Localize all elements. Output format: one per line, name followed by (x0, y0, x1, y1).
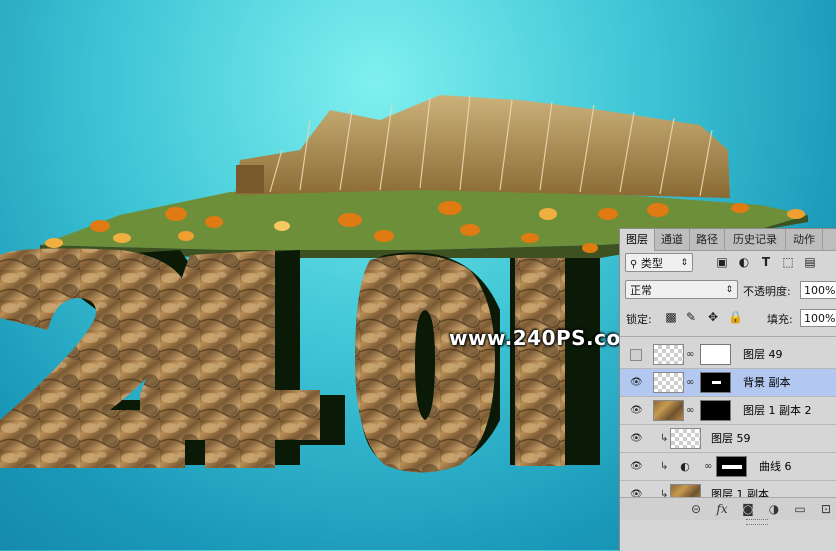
layer-row[interactable]: 👁 ↳ 图层 1 副本 (620, 481, 836, 497)
tab-paths[interactable]: 路径 (690, 229, 725, 250)
eye-icon[interactable]: 👁 (630, 377, 643, 389)
clipping-arrow-icon: ↳ (660, 433, 669, 444)
chevron-updown-icon: ⇕ (680, 258, 688, 268)
layer-row[interactable]: ∞ 图层 49 (620, 341, 836, 369)
link-layers-icon[interactable]: ⊝ (688, 501, 704, 517)
shape-filter-icon[interactable]: ⬚ (780, 254, 796, 270)
lock-position-move-icon[interactable]: ✥ (706, 310, 720, 324)
blend-mode-select[interactable]: 正常 ⇕ (625, 280, 738, 299)
link-chain-icon[interactable]: ∞ (686, 376, 694, 390)
blend-mode-value: 正常 (630, 284, 652, 297)
adjustment-layer-icon: ◐ (680, 460, 690, 473)
mask-white-stroke (722, 465, 742, 469)
fx-icon[interactable]: fx (714, 501, 730, 517)
adjustment-filter-icon[interactable]: ◐ (736, 254, 752, 270)
layer-name: 图层 1 副本 2 (743, 404, 812, 417)
reed-grass (235, 94, 730, 198)
eye-icon[interactable]: 👁 (630, 405, 643, 417)
new-group-folder-icon[interactable]: ▭ (792, 501, 808, 517)
eye-icon[interactable]: 👁 (630, 461, 643, 473)
layer-thumbnail (653, 344, 684, 365)
clipping-arrow-icon: ↳ (660, 489, 669, 497)
opacity-label: 不透明度: (743, 285, 791, 298)
tab-actions[interactable]: 动作 (786, 229, 823, 250)
pixel-filter-icon[interactable]: ▣ (714, 254, 730, 270)
new-layer-icon[interactable]: ⊡ (818, 501, 834, 517)
layer-mask-thumbnail[interactable] (700, 344, 731, 365)
layer-thumbnail-smart-object (653, 400, 684, 421)
layer-mask-thumbnail[interactable] (700, 400, 731, 421)
lock-label: 锁定: (626, 313, 652, 326)
type-filter-icon[interactable]: T (758, 254, 774, 270)
layer-mask-thumbnail[interactable] (700, 372, 731, 393)
layer-name: 图层 1 副本 (711, 488, 769, 497)
layer-name: 曲线 6 (759, 460, 792, 473)
add-mask-icon[interactable]: ◙ (740, 501, 756, 517)
layer-thumbnail-smart-object (670, 484, 701, 497)
smart-object-filter-icon[interactable]: ▤ (802, 254, 818, 270)
panel-tabs: 图层 通道 路径 历史记录 动作 (620, 229, 836, 251)
clipping-arrow-icon: ↳ (660, 461, 669, 472)
layer-thumbnail (653, 372, 684, 393)
lock-all-icon[interactable]: 🔒 (728, 310, 743, 324)
layer-row[interactable]: 👁 ↳ 图层 59 (620, 425, 836, 453)
fill-input[interactable]: 100% (800, 309, 836, 327)
layer-row[interactable]: 👁 ∞ 图层 1 副本 2 (620, 397, 836, 425)
search-icon: ⚲ (630, 259, 638, 270)
chevron-updown-icon: ⇕ (725, 285, 733, 295)
layer-thumbnail (670, 428, 701, 449)
tab-channels[interactable]: 通道 (655, 229, 690, 250)
layer-row[interactable]: 👁 ↳ ◐ ∞ 曲线 6 (620, 453, 836, 481)
layer-name: 图层 49 (743, 348, 783, 361)
tab-layers[interactable]: 图层 (620, 229, 655, 251)
layer-filter-select[interactable]: ⚲ 类型 ⇕ (625, 253, 693, 272)
layer-list: ∞ 图层 49 👁 ∞ 背景 副本 👁 ∞ 图层 1 副本 2 👁 ↳ 图层 5… (620, 336, 836, 497)
eye-icon[interactable]: 👁 (630, 433, 643, 445)
mask-white-stroke (712, 381, 721, 384)
eye-icon[interactable]: 👁 (630, 489, 643, 497)
fill-label: 填充: (767, 313, 793, 326)
link-chain-icon[interactable]: ∞ (686, 404, 694, 418)
layers-bottom-toolbar: ⊝ fx ◙ ◑ ▭ ⊡ (620, 497, 836, 520)
layer-name: 背景 副本 (743, 376, 791, 389)
opacity-input[interactable]: 100% (800, 281, 836, 299)
visibility-toggle-off[interactable] (630, 349, 642, 361)
lock-image-brush-icon[interactable]: ✎ (684, 310, 698, 324)
link-chain-icon[interactable]: ∞ (686, 348, 694, 362)
layer-name: 图层 59 (711, 432, 751, 445)
panel-resize-grip[interactable] (746, 519, 768, 525)
layer-filter-label: 类型 (640, 257, 663, 270)
watermark-text: www.240PS.com (449, 326, 643, 350)
layer-row-selected[interactable]: 👁 ∞ 背景 副本 (620, 369, 836, 397)
link-chain-icon[interactable]: ∞ (704, 460, 712, 474)
lock-transparent-icon[interactable]: ▩ (664, 310, 678, 324)
layer-mask-thumbnail[interactable] (716, 456, 747, 477)
layers-panel: 图层 通道 路径 历史记录 动作 ⚲ 类型 ⇕ ▣ ◐ T ⬚ ▤ 正常 ⇕ 不… (619, 228, 836, 551)
tab-history[interactable]: 历史记录 (725, 229, 786, 250)
new-adjustment-icon[interactable]: ◑ (766, 501, 782, 517)
